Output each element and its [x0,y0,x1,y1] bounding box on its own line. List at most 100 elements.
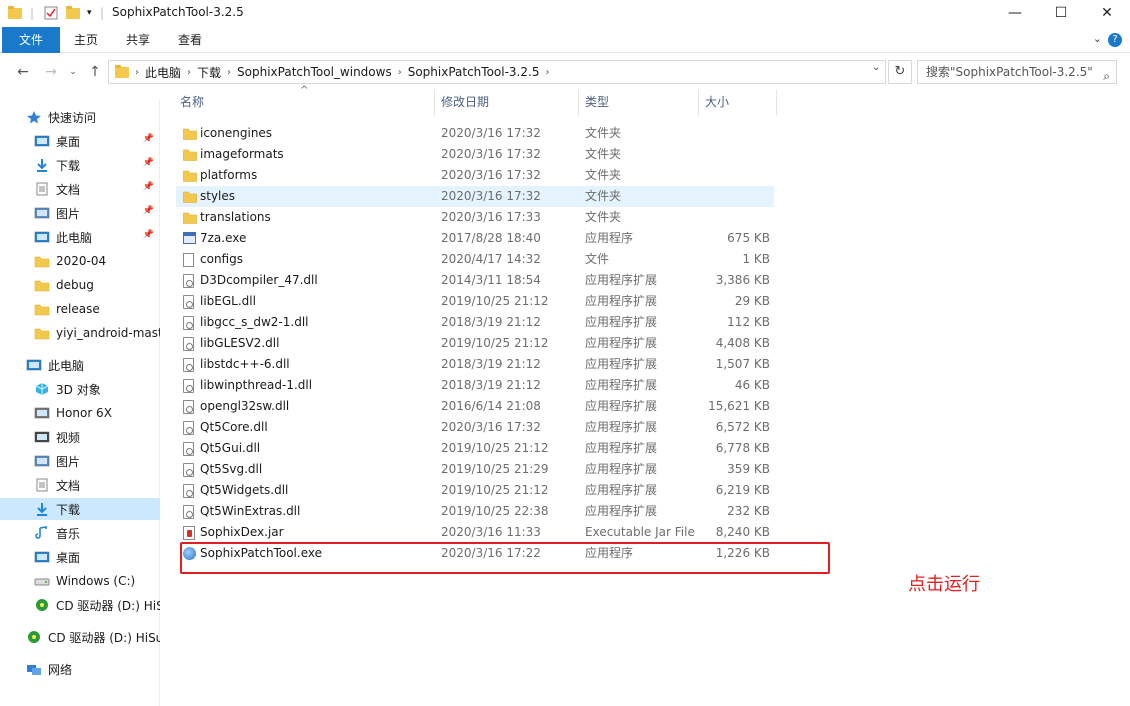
file-date: 2020/3/16 17:32 [441,168,541,182]
sidebar-item[interactable]: debug [0,274,160,296]
pin-icon[interactable]: 📌 [143,206,154,216]
sidebar-item[interactable]: 2020-04 [0,250,160,272]
sidebar-item[interactable]: 文档 📌 [0,178,160,200]
file-row[interactable]: Qt5Core.dll 2020/3/16 17:32 应用程序扩展 6,572 KB [176,417,774,438]
sidebar-item[interactable]: Honor 6X [0,402,160,424]
forward-button[interactable]: → [40,61,62,83]
pin-icon[interactable]: 📌 [143,134,154,144]
column-header-type[interactable]: 类型 [585,88,609,116]
sidebar-item[interactable]: CD 驱动器 (D:) HiSu [0,626,160,648]
file-row[interactable]: configs 2020/4/17 14:32 文件 1 KB [176,249,774,270]
pin-icon[interactable]: 📌 [143,230,154,240]
download-icon [34,158,50,172]
pin-icon[interactable]: 📌 [143,182,154,192]
folder-icon [34,278,50,292]
picture-icon [34,206,50,220]
customize-quick-access-icon[interactable]: ▾ [87,4,92,22]
new-folder-icon[interactable] [66,4,80,22]
sidebar-item[interactable]: 下载 📌 [0,154,160,176]
file-type: 应用程序扩展 [585,462,658,476]
file-row[interactable]: libwinpthread-1.dll 2018/3/19 21:12 应用程序扩展… [176,375,774,396]
file-row[interactable]: Qt5Gui.dll 2019/10/25 21:12 应用程序扩展 6,778 KB [176,438,774,459]
tab-home[interactable]: 主页 [66,27,106,53]
breadcrumb-this-pc[interactable]: 此电脑 [145,64,181,81]
sidebar-item-label: 音乐 [56,526,81,541]
music-icon [34,526,50,540]
sidebar-item[interactable]: Windows (C:) [0,570,160,592]
document-icon [34,478,50,492]
sidebar-item[interactable]: 视频 [0,426,160,448]
refresh-button[interactable]: ↻ [888,60,912,84]
recent-locations-button[interactable]: ⌄ [62,61,84,83]
file-row[interactable]: styles 2020/3/16 17:32 文件夹 [176,186,774,207]
minimize-button[interactable]: — [992,0,1038,26]
properties-icon[interactable] [44,4,58,22]
file-date: 2018/3/19 21:12 [441,378,541,392]
desktop-icon [34,550,50,564]
tab-view[interactable]: 查看 [170,27,210,53]
cube-icon [34,382,50,396]
sidebar-item[interactable]: yiyi_android-mast [0,322,160,344]
file-row[interactable]: Qt5WinExtras.dll 2019/10/25 22:38 应用程序扩展 23… [176,501,774,522]
address-dropdown-icon[interactable]: ⌄ [872,62,880,73]
computer-icon [34,230,50,244]
sidebar-item-label: 下载 [56,158,81,173]
column-header-name[interactable]: 名称 [180,88,204,116]
up-button[interactable]: ↑ [84,61,106,83]
address-bar[interactable]: › 此电脑 › 下载 › SophixPatchTool_windows › S… [108,60,886,84]
close-button[interactable]: ✕ [1084,0,1130,26]
folder-icon [183,169,197,185]
sidebar-item[interactable]: 下载 [0,498,160,520]
breadcrumb-sophix-windows[interactable]: SophixPatchTool_windows [237,65,392,79]
column-header-date[interactable]: 修改日期 [441,88,489,116]
file-row[interactable]: libstdc++-6.dll 2018/3/19 21:12 应用程序扩展 1,50… [176,354,774,375]
file-row[interactable]: Qt5Svg.dll 2019/10/25 21:29 应用程序扩展 359 KB [176,459,774,480]
file-row[interactable]: 7za.exe 2017/8/28 18:40 应用程序 675 KB [176,228,774,249]
sidebar-item[interactable]: 桌面 📌 [0,130,160,152]
maximize-button[interactable]: ☐ [1038,0,1084,26]
desktop-icon [34,134,50,148]
breadcrumb-sophix-tool[interactable]: SophixPatchTool-3.2.5 [408,65,540,79]
file-row[interactable]: D3Dcompiler_47.dll 2014/3/11 18:54 应用程序扩展 3… [176,270,774,291]
tab-share[interactable]: 共享 [118,27,158,53]
file-row[interactable]: libgcc_s_dw2-1.dll 2018/3/19 21:12 应用程序扩展 1… [176,312,774,333]
pin-icon[interactable]: 📌 [143,158,154,168]
file-row[interactable]: Qt5Widgets.dll 2019/10/25 21:12 应用程序扩展 6,21… [176,480,774,501]
sidebar-item[interactable]: 网络 [0,658,160,680]
dll-icon [183,442,194,459]
back-button[interactable]: ← [12,61,34,83]
sidebar-item[interactable]: 此电脑 📌 [0,226,160,248]
file-row[interactable]: imageformats 2020/3/16 17:32 文件夹 [176,144,774,165]
sidebar-item[interactable]: 文档 [0,474,160,496]
file-type: 应用程序扩展 [585,336,658,350]
sidebar-item[interactable]: CD 驱动器 (D:) HiS [0,594,160,616]
sidebar-item[interactable]: 快速访问 [0,106,160,128]
sidebar-item[interactable]: 此电脑 [0,354,160,376]
file-size: 675 KB [727,231,770,245]
file-row[interactable]: translations 2020/3/16 17:33 文件夹 [176,207,774,228]
breadcrumb-downloads[interactable]: 下载 [197,64,221,81]
sidebar-item[interactable]: release [0,298,160,320]
file-row[interactable]: libGLESV2.dll 2019/10/25 21:12 应用程序扩展 4,408… [176,333,774,354]
file-date: 2020/3/16 17:33 [441,210,541,224]
file-row[interactable]: iconengines 2020/3/16 17:32 文件夹 [176,123,774,144]
file-icon [183,253,194,270]
file-row[interactable]: SophixDex.jar 2020/3/16 11:33 Executable J… [176,522,774,543]
sidebar-item[interactable]: 图片 [0,450,160,472]
file-row[interactable]: platforms 2020/3/16 17:32 文件夹 [176,165,774,186]
column-header-size[interactable]: 大小 [705,88,729,116]
sidebar-item[interactable]: 3D 对象 [0,378,160,400]
sidebar-item[interactable]: 桌面 [0,546,160,568]
folder-icon [34,302,50,316]
sidebar-item-label: 网络 [48,662,73,677]
search-input[interactable]: 搜索"SophixPatchTool-3.2.5" ⌕ [917,60,1117,84]
sidebar-item-label: Windows (C:) [56,574,136,588]
expand-ribbon-icon[interactable]: ⌄ [1093,32,1102,45]
file-type: 应用程序扩展 [585,357,658,371]
help-icon[interactable]: ? [1108,33,1122,47]
file-row[interactable]: opengl32sw.dll 2016/6/14 21:08 应用程序扩展 15,62… [176,396,774,417]
file-row[interactable]: libEGL.dll 2019/10/25 21:12 应用程序扩展 29 KB [176,291,774,312]
tab-file[interactable]: 文件 [2,27,60,53]
sidebar-item[interactable]: 图片 📌 [0,202,160,224]
sidebar-item[interactable]: 音乐 [0,522,160,544]
